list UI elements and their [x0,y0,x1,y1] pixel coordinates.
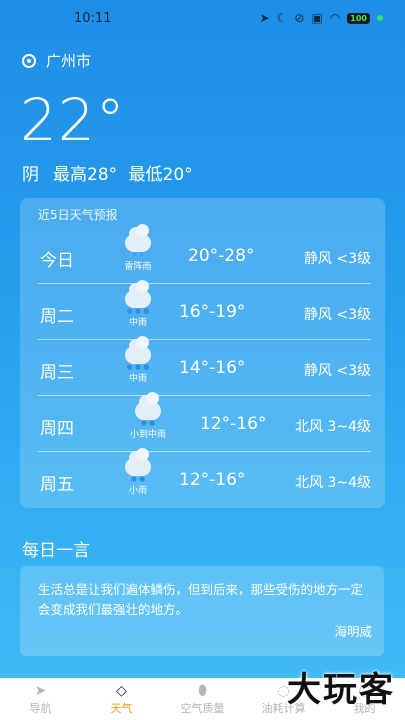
forecast-day: 周四 [40,419,74,439]
rain-icon: ● ● 小到中雨 [122,392,174,440]
location-pin-icon [22,53,36,68]
quote-card: 生活总是让我们遍体鳞伤，但到后来，那些受伤的地方一定会变成我们最强壮的地方。 海… [20,566,384,656]
watermark-logo: 大玩客 [287,670,395,710]
forecast-row: 周三 ● ● ● 中雨 14°-16° 静风 <3级 [38,336,371,396]
status-time: 10:11 [74,10,112,26]
charging-icon [377,15,383,21]
rain-icon: ● ● ● 中雨 [112,336,164,384]
location-arrow-icon: ➤ [259,11,270,25]
forecast-row: 周五 ● ● 小雨 12°-16° 北风 3~4级 [38,448,371,508]
forecast-title: 近5日天气预报 [38,208,118,222]
forecast-range: 12°-16° [179,470,246,490]
location-selector[interactable]: 广州市 [22,50,91,71]
forecast-range: 14°-16° [179,358,246,378]
quote-text: 生活总是让我们遍体鳞伤，但到后来，那些受伤的地方一定会变成我们最强壮的地方。 [38,582,364,617]
forecast-day: 周五 [40,475,74,495]
wifi-icon: ◠ [329,11,341,25]
forecast-row: 今日 ⚡ ⚡ 雷阵雨 20°-28° 静风 <3级 [38,224,371,284]
forecast-day: 今日 [40,251,74,271]
battery-icon: 100 [347,12,370,24]
mute-icon: ⊘ [294,11,305,25]
forecast-range: 12°-16° [200,414,267,434]
forecast-weather-label: 小雨 [128,486,147,496]
forecast-wind: 静风 <3级 [303,251,371,267]
tab-air-quality[interactable]: ⬮ 空气质量 [163,682,243,716]
quote-heading: 每日一言 [22,541,90,561]
rain-icon: ● ● ● 中雨 [112,280,164,328]
forecast-row: 周四 ● ● 小到中雨 12°-16° 北风 3~4级 [38,392,371,452]
forecast-card: 近5日天气预报 今日 ⚡ ⚡ 雷阵雨 20°-28° 静风 <3级 周二 ● ●… [20,198,385,508]
forecast-range: 16°-19° [179,302,246,322]
forecast-row: 周二 ● ● ● 中雨 16°-19° 静风 <3级 [38,280,371,340]
forecast-day: 周二 [40,307,74,327]
navigation-arrow-icon: ➤ [34,683,47,699]
forecast-wind: 北风 3~4级 [295,475,371,491]
forecast-wind: 静风 <3级 [303,363,371,379]
current-condition: 阴 [22,165,39,185]
quote-author: 海明威 [334,624,372,639]
status-bar: 10:11 ➤ ☾ ⊘ ▣ ◠ 100 [0,0,405,36]
sim-icon: ▣ [311,11,323,25]
low-temp: 最低20° [128,165,193,185]
forecast-wind: 静风 <3级 [303,307,371,323]
status-icons: ➤ ☾ ⊘ ▣ ◠ 100 [260,11,383,25]
weather-summary: 阴 最高28° 最低20° [22,160,193,185]
high-temp: 最高28° [53,165,118,185]
forecast-weather-label: 雷阵雨 [124,262,152,272]
moon-icon: ☾ [276,11,288,25]
tab-weather[interactable]: ◇ 天气 [82,682,162,716]
city-name: 广州市 [46,52,92,70]
thunderstorm-icon: ⚡ ⚡ 雷阵雨 [112,224,164,272]
forecast-weather-label: 小到中雨 [129,430,166,440]
forecast-range: 20°-28° [188,246,255,266]
forecast-weather-label: 中雨 [128,318,147,328]
forecast-day: 周三 [40,363,74,383]
tab-navigation[interactable]: ➤ 导航 [1,682,81,716]
forecast-weather-label: 中雨 [128,374,147,384]
egg-icon: ⬮ [198,683,207,699]
current-temperature: 22° [20,86,126,154]
light-rain-icon: ● ● 小雨 [112,448,164,496]
forecast-wind: 北风 3~4级 [295,419,371,435]
water-drop-icon: ◇ [116,683,127,699]
